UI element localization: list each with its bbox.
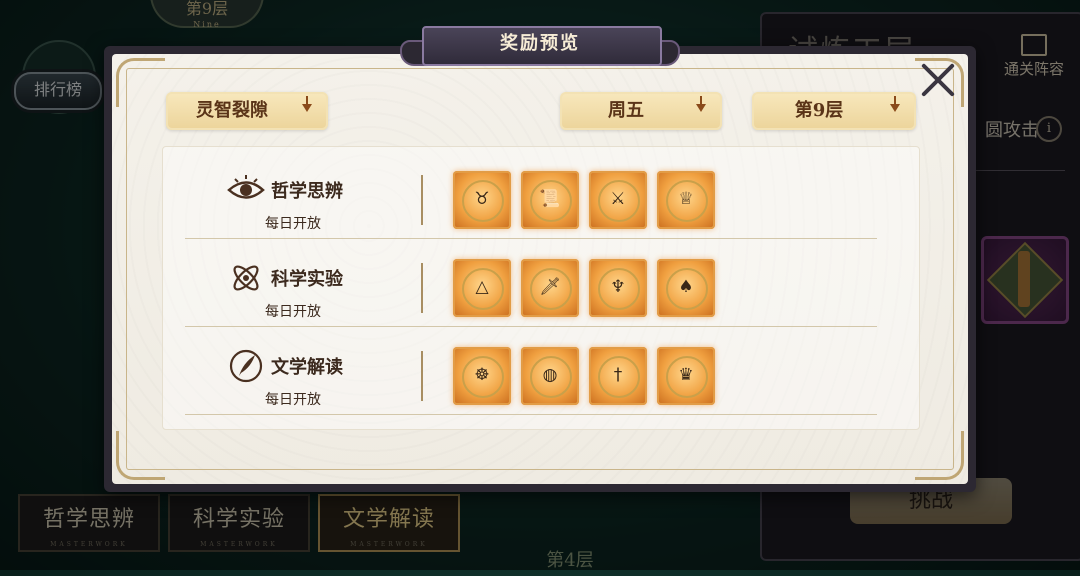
chevron-down-icon — [302, 96, 312, 112]
row-separator — [421, 263, 423, 313]
row-separator — [421, 351, 423, 401]
spearhead-medal-icon[interactable]: ♠ — [657, 259, 715, 317]
scarab-medal-icon[interactable]: ☸ — [453, 347, 511, 405]
corner-ornament — [116, 431, 165, 480]
category-schedule: 每日开放 — [265, 392, 321, 408]
medal-glyph: ♕ — [678, 189, 694, 209]
eye-icon — [227, 175, 265, 199]
category-name: 哲学思辨 — [271, 181, 343, 202]
category-row-science: 科学实验 每日开放 △ 🗡 ♆ ♠ — [185, 239, 877, 327]
row-separator — [421, 175, 423, 225]
category-row-literature: 文学解读 每日开放 ☸ ◍ † ♛ — [185, 327, 877, 415]
medal-glyph: 📜 — [539, 189, 561, 209]
day-dropdown[interactable]: 周五 — [560, 92, 722, 130]
mode-dropdown[interactable]: 灵智裂隙 — [166, 92, 328, 130]
quill-icon — [229, 349, 263, 383]
category-schedule: 每日开放 — [265, 304, 321, 320]
sword-medal-icon[interactable]: † — [589, 347, 647, 405]
medal-glyph: ◍ — [542, 365, 558, 385]
modal-title: 奖励预览 — [500, 33, 580, 54]
medal-glyph: △ — [475, 277, 489, 297]
medal-glyph: 🗡 — [539, 277, 561, 297]
medal-glyph: † — [613, 365, 623, 385]
medal-glyph: ☸ — [474, 365, 490, 385]
scroll-medal-icon[interactable]: 📜 — [521, 171, 579, 229]
row-divider — [185, 414, 877, 415]
corner-ornament — [915, 431, 964, 480]
medal-glyph: ♆ — [610, 277, 626, 297]
chevron-down-icon — [696, 96, 706, 112]
category-schedule: 每日开放 — [265, 216, 321, 232]
medal-glyph: ♠ — [678, 277, 694, 297]
crystal-ball-medal-icon[interactable]: ◍ — [521, 347, 579, 405]
mode-dropdown-value: 灵智裂隙 — [196, 100, 268, 121]
corner-ornament — [116, 58, 165, 107]
reward-table: 哲学思辨 每日开放 ♉ 📜 ⚔ ♕ 科学实验 每日开放 △ 🗡 ♆ ♠ 文学解读… — [162, 146, 920, 430]
dagger-medal-icon[interactable]: 🗡 — [521, 259, 579, 317]
modal-title-plate: 奖励预览 — [400, 22, 680, 74]
category-row-philosophy: 哲学思辨 每日开放 ♉ 📜 ⚔ ♕ — [185, 151, 877, 239]
winged-emblem-medal-icon[interactable]: ♛ — [657, 347, 715, 405]
atom-icon — [233, 265, 259, 291]
ox-cart-medal-icon[interactable]: ♉ — [453, 171, 511, 229]
lamp-medal-icon[interactable]: ♆ — [589, 259, 647, 317]
chevron-down-icon — [890, 96, 900, 112]
close-icon[interactable] — [918, 60, 958, 100]
axe-medal-icon[interactable]: ⚔ — [589, 171, 647, 229]
day-dropdown-value: 周五 — [608, 100, 644, 121]
chalice-medal-icon[interactable]: ♕ — [657, 171, 715, 229]
category-name: 文学解读 — [271, 357, 343, 378]
floor-dropdown[interactable]: 第9层 — [752, 92, 916, 130]
eye-pyramid-medal-icon[interactable]: △ — [453, 259, 511, 317]
floor-dropdown-value: 第9层 — [794, 100, 844, 121]
medal-glyph: ⚔ — [610, 189, 626, 209]
medal-glyph: ♉ — [474, 189, 490, 209]
medal-glyph: ♛ — [678, 365, 694, 385]
category-name: 科学实验 — [271, 269, 343, 290]
